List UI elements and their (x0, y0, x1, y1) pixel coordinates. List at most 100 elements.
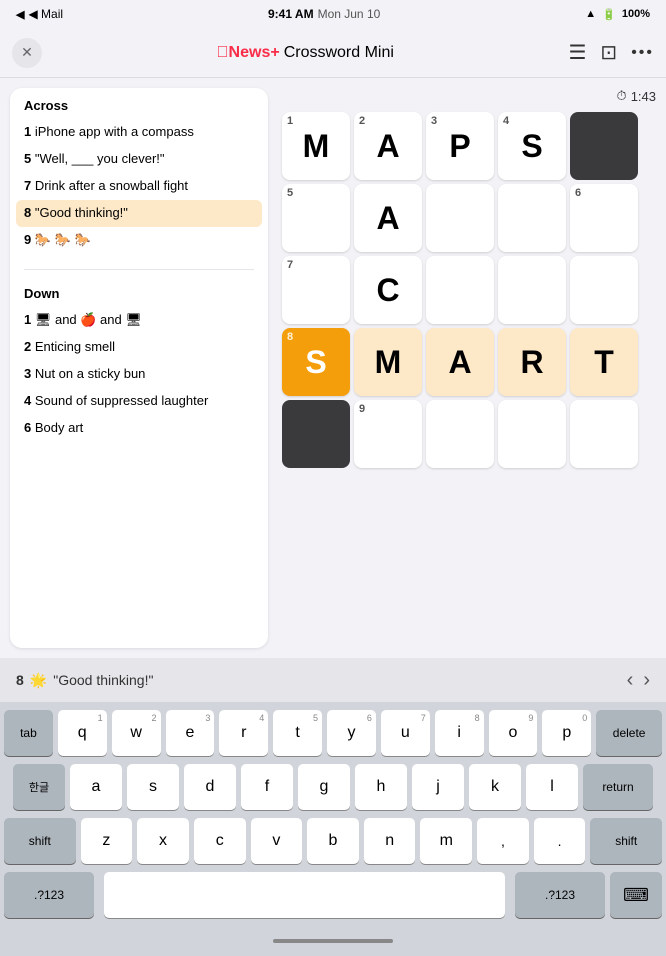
key-w[interactable]: 2 w (112, 710, 161, 756)
key-question[interactable]: . (534, 818, 586, 864)
cell-3-4[interactable] (498, 256, 566, 324)
key-j[interactable]: j (412, 764, 464, 810)
clue-down-1[interactable]: 1 🖥 and 🍎 and 🖥 (24, 307, 254, 334)
cell-2-5[interactable]: 6 (570, 184, 638, 252)
timer-row: ⏱ 1:43 (282, 88, 656, 104)
key-z[interactable]: z (81, 818, 133, 864)
nav-center: News+ Crossword Mini (217, 44, 394, 62)
clue-across-9[interactable]: 9 🐎 🐎 🐎 (24, 227, 254, 254)
hint-bar: 8 🌟 "Good thinking!" ‹ › (0, 658, 666, 702)
key-r[interactable]: 4 r (219, 710, 268, 756)
spacebar[interactable] (104, 872, 505, 918)
clue-down-6[interactable]: 6 Body art (24, 415, 254, 442)
key-e[interactable]: 3 e (166, 710, 215, 756)
cell-4-2[interactable]: M (354, 328, 422, 396)
key-y[interactable]: 6 y (327, 710, 376, 756)
key-n[interactable]: n (364, 818, 416, 864)
hangul-key[interactable]: 한글 (13, 764, 65, 810)
key-s[interactable]: s (127, 764, 179, 810)
key-b[interactable]: b (307, 818, 359, 864)
cell-2-4[interactable] (498, 184, 566, 252)
cell-5-5[interactable] (570, 400, 638, 468)
screen-icon-button[interactable]: ⊡ (600, 40, 617, 65)
cell-5-2[interactable]: 9 (354, 400, 422, 468)
key-x[interactable]: x (137, 818, 189, 864)
across-title: Across (24, 98, 254, 113)
clue-down-2[interactable]: 2 Enticing smell (24, 334, 254, 361)
cell-4-1[interactable]: 8S (282, 328, 350, 396)
key-exclaim[interactable]: , (477, 818, 529, 864)
cell-3-2[interactable]: C (354, 256, 422, 324)
num-right-key[interactable]: .?123 (515, 872, 605, 918)
key-p[interactable]: 0 p (542, 710, 591, 756)
battery-icon: 🔋 (602, 8, 616, 21)
key-v[interactable]: v (251, 818, 303, 864)
keyboard-row-1: tab 1 q 2 w 3 e 4 r 5 t 6 y 7 u (4, 710, 662, 756)
cell-5-4[interactable] (498, 400, 566, 468)
return-key[interactable]: return (583, 764, 653, 810)
hint-text: 8 🌟 "Good thinking!" (16, 672, 153, 689)
shift-left-key[interactable]: shift (4, 818, 76, 864)
back-label: ◀ Mail (28, 7, 63, 21)
clue-across-5[interactable]: 5 "Well, ___ you clever!" (24, 146, 254, 173)
bottom-bar (0, 926, 666, 956)
wifi-icon: ▲ (585, 8, 596, 20)
cell-5-1 (282, 400, 350, 468)
key-a[interactable]: a (70, 764, 122, 810)
key-k[interactable]: k (469, 764, 521, 810)
cell-1-3[interactable]: 3P (426, 112, 494, 180)
cell-4-5[interactable]: T (570, 328, 638, 396)
nav-left: ✕ (12, 38, 42, 68)
delete-key[interactable]: delete (596, 710, 662, 756)
tab-key[interactable]: tab (4, 710, 53, 756)
key-i[interactable]: 8 i (435, 710, 484, 756)
list-icon: ☰ (568, 40, 586, 65)
battery-level: 100% (622, 8, 650, 20)
hint-clue-num: 8 (16, 672, 24, 688)
key-q[interactable]: 1 q (58, 710, 107, 756)
hint-next-button[interactable]: › (643, 669, 650, 692)
key-h[interactable]: h (355, 764, 407, 810)
clues-divider (24, 269, 254, 270)
cell-5-3[interactable] (426, 400, 494, 468)
nav-right: ☰ ⊡ ••• (568, 40, 654, 65)
key-t[interactable]: 5 t (273, 710, 322, 756)
close-button[interactable]: ✕ (12, 38, 42, 68)
key-m[interactable]: m (420, 818, 472, 864)
cell-3-5[interactable] (570, 256, 638, 324)
clue-across-8[interactable]: 8 "Good thinking!" (16, 200, 262, 227)
key-g[interactable]: g (298, 764, 350, 810)
clue-across-7[interactable]: 7 Drink after a snowball fight (24, 173, 254, 200)
keyboard-row-3: shift z x c v b n m , . shift (4, 818, 662, 864)
cell-3-3[interactable] (426, 256, 494, 324)
cell-1-1[interactable]: 1M (282, 112, 350, 180)
clue-across-1[interactable]: 1 iPhone app with a compass (24, 119, 254, 146)
crossword-grid: 1M 2A 3P 4S 5 A 6 7 (282, 112, 638, 468)
shift-right-key[interactable]: shift (590, 818, 662, 864)
cell-1-2[interactable]: 2A (354, 112, 422, 180)
keyboard-dismiss-key[interactable]: ⌨ (610, 872, 662, 918)
cell-4-4[interactable]: R (498, 328, 566, 396)
key-f[interactable]: f (241, 764, 293, 810)
key-c[interactable]: c (194, 818, 246, 864)
cell-2-3[interactable] (426, 184, 494, 252)
more-icon-button[interactable]: ••• (631, 44, 654, 62)
keyboard-icon: ⌨ (623, 885, 649, 906)
cell-2-2[interactable]: A (354, 184, 422, 252)
key-l[interactable]: l (526, 764, 578, 810)
cell-1-5 (570, 112, 638, 180)
cell-1-4[interactable]: 4S (498, 112, 566, 180)
clue-down-3[interactable]: 3 Nut on a sticky bun (24, 361, 254, 388)
cell-4-3[interactable]: A (426, 328, 494, 396)
key-o[interactable]: 9 o (489, 710, 538, 756)
hint-prev-button[interactable]: ‹ (627, 669, 634, 692)
down-section: Down 1 🖥 and 🍎 and 🖥 2 Enticing smell 3 … (10, 276, 268, 451)
clue-down-4[interactable]: 4 Sound of suppressed laughter (24, 388, 254, 415)
cell-2-1[interactable]: 5 (282, 184, 350, 252)
num-left-key[interactable]: .?123 (4, 872, 94, 918)
cell-3-1[interactable]: 7 (282, 256, 350, 324)
key-u[interactable]: 7 u (381, 710, 430, 756)
list-icon-button[interactable]: ☰ (568, 40, 586, 65)
key-d[interactable]: d (184, 764, 236, 810)
status-bar: ◀ ◀ Mail 9:41 AM Mon Jun 10 ▲ 🔋 100% (0, 0, 666, 28)
